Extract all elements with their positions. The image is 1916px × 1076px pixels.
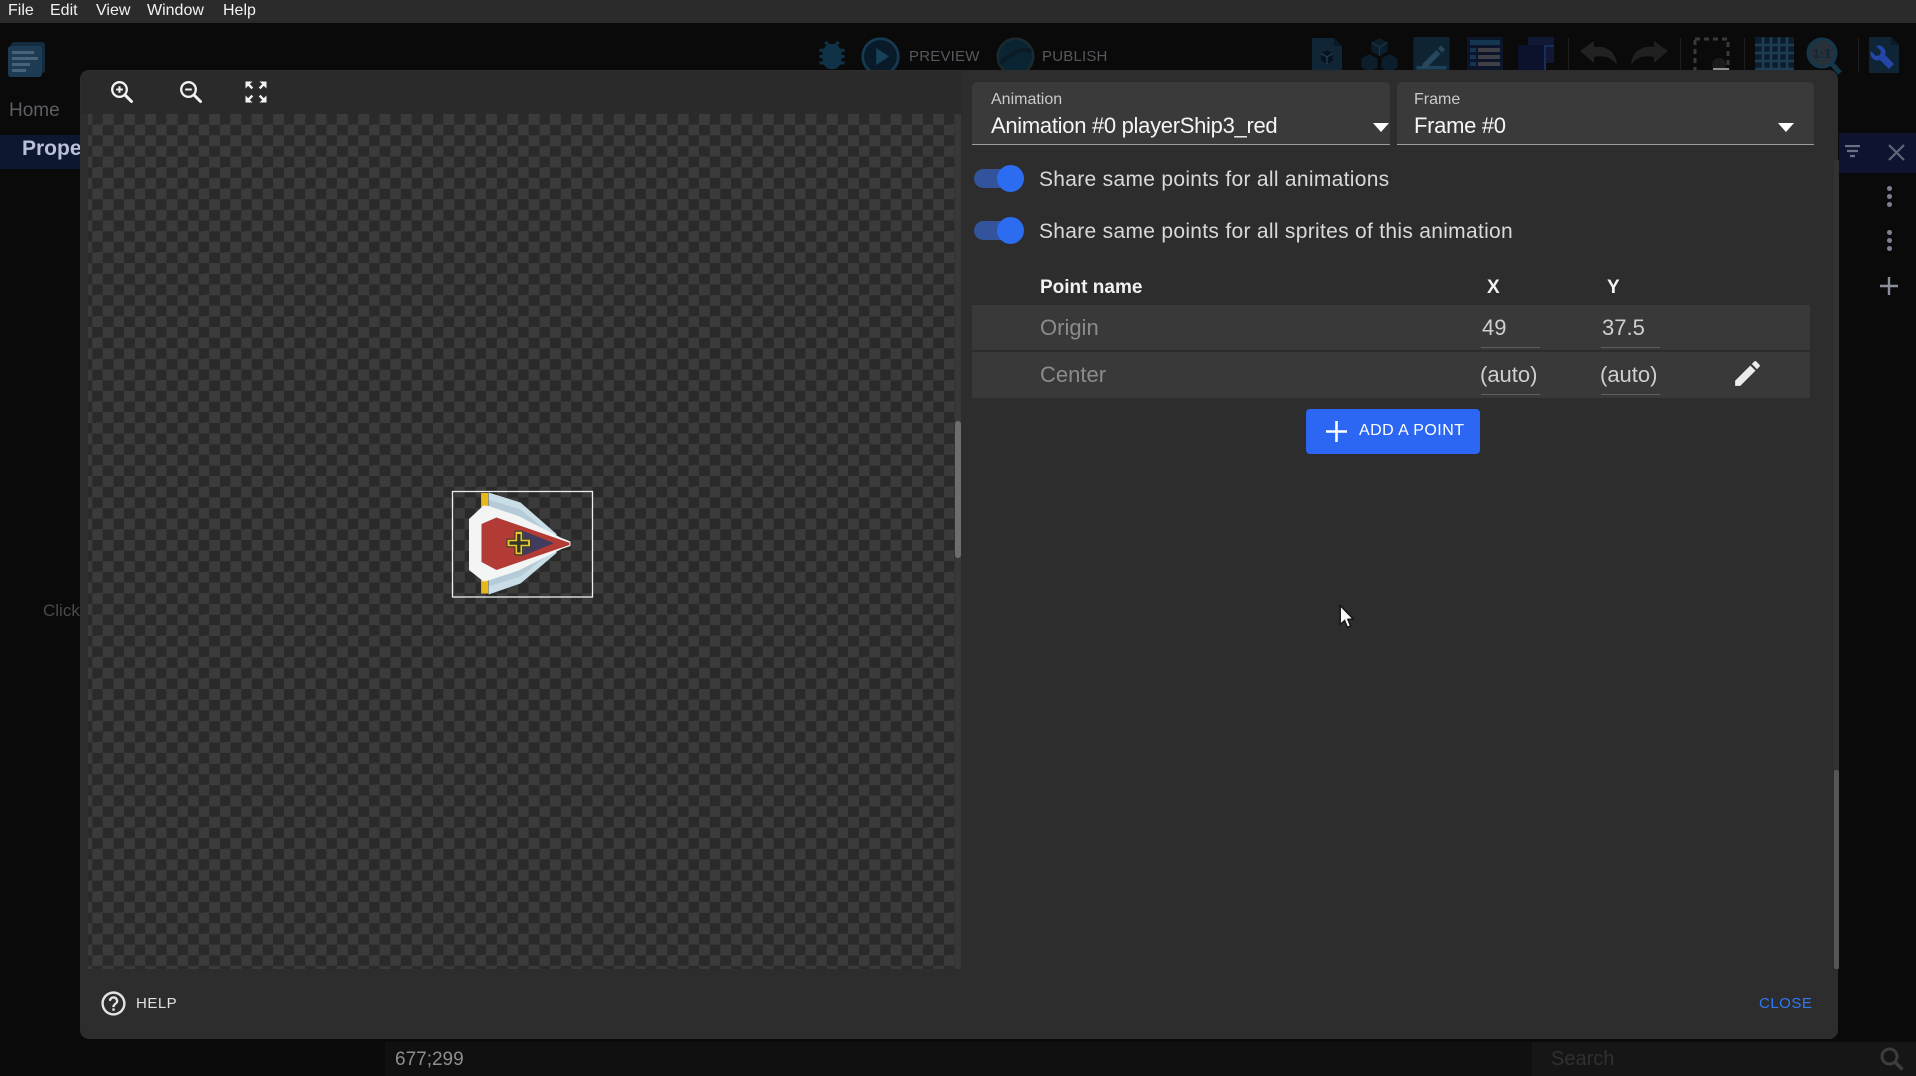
svg-text:1:1: 1:1 [1813, 46, 1832, 61]
